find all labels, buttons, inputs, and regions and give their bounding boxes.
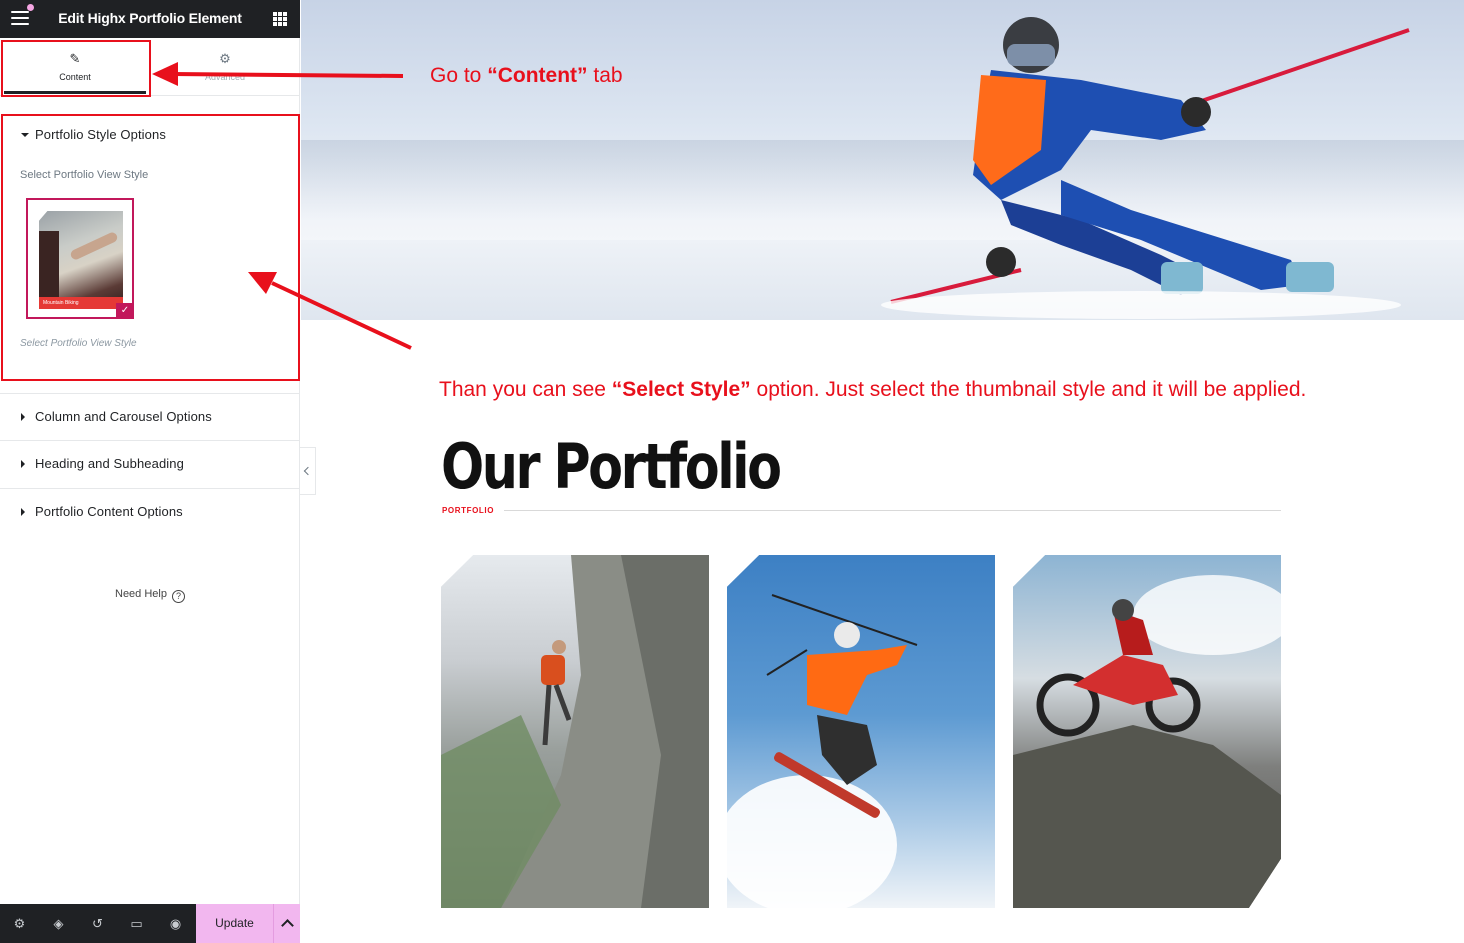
- widgets-grid-icon[interactable]: [273, 12, 287, 26]
- history-icon[interactable]: ↺: [78, 904, 117, 943]
- caret-right-icon: [21, 460, 25, 468]
- tab-advanced-label: Advanced: [204, 72, 246, 82]
- section-portfolio-content[interactable]: Portfolio Content Options: [0, 489, 300, 537]
- section-column-carousel[interactable]: Column and Carousel Options: [0, 393, 300, 441]
- annotation-text: Go to: [430, 64, 488, 87]
- snow-ski-jump-photo: [727, 594, 918, 908]
- annotation-content-tab: Go to “Content” tab: [430, 64, 623, 88]
- motocross-photo: [1013, 575, 1281, 908]
- highlight-box-style-options: [1, 114, 300, 381]
- responsive-icon[interactable]: ▭: [117, 904, 156, 943]
- update-options-chevron-icon[interactable]: [273, 904, 300, 943]
- portfolio-card-skiing[interactable]: [727, 555, 995, 908]
- annotation-select-style: Than you can see “Select Style” option. …: [439, 378, 1306, 402]
- section-column-carousel-label: Column and Carousel Options: [35, 409, 212, 424]
- caret-right-icon: [21, 413, 25, 421]
- preview-icon[interactable]: ◉: [156, 904, 195, 943]
- hero-skier-banner: [301, 0, 1464, 320]
- gear-icon: ⚙: [219, 51, 231, 66]
- collapse-panel-handle[interactable]: [300, 447, 316, 495]
- caret-right-icon: [21, 508, 25, 516]
- section-heading-subheading[interactable]: Heading and Subheading: [0, 441, 300, 489]
- annotation-text: option. Just select the thumbnail style …: [750, 378, 1307, 401]
- rock-climbing-photo: [441, 555, 709, 908]
- panel-title: Edit Highx Portfolio Element: [58, 10, 242, 26]
- question-icon: ?: [171, 590, 185, 603]
- skier-illustration: [881, 17, 1410, 319]
- annotation-text: tab: [587, 64, 623, 87]
- portfolio-divider: [504, 510, 1281, 511]
- layers-icon[interactable]: ◈: [39, 904, 78, 943]
- settings-icon[interactable]: ⚙: [0, 904, 39, 943]
- highlight-box-content-tab: [1, 40, 151, 97]
- annotation-bold: “Content”: [487, 64, 588, 87]
- panel-header: Edit Highx Portfolio Element: [0, 0, 300, 38]
- tab-advanced[interactable]: ⚙ Advanced: [150, 38, 300, 96]
- section-portfolio-content-label: Portfolio Content Options: [35, 504, 183, 519]
- portfolio-card-climbing[interactable]: [441, 555, 709, 908]
- portfolio-subheading: PORTFOLIO: [442, 506, 495, 515]
- annotation-bold: “Select Style”: [611, 378, 751, 401]
- update-button[interactable]: Update: [196, 904, 273, 943]
- need-help-link[interactable]: Need Help?: [0, 588, 300, 603]
- need-help-label: Need Help: [115, 588, 167, 600]
- portfolio-heading: Our Portfolio: [441, 430, 782, 503]
- panel-footer: ⚙ ◈ ↺ ▭ ◉ Update: [0, 904, 300, 943]
- portfolio-card-motocross[interactable]: [1013, 555, 1281, 908]
- section-heading-subheading-label: Heading and Subheading: [35, 456, 184, 471]
- annotation-text: Than you can see: [439, 378, 612, 401]
